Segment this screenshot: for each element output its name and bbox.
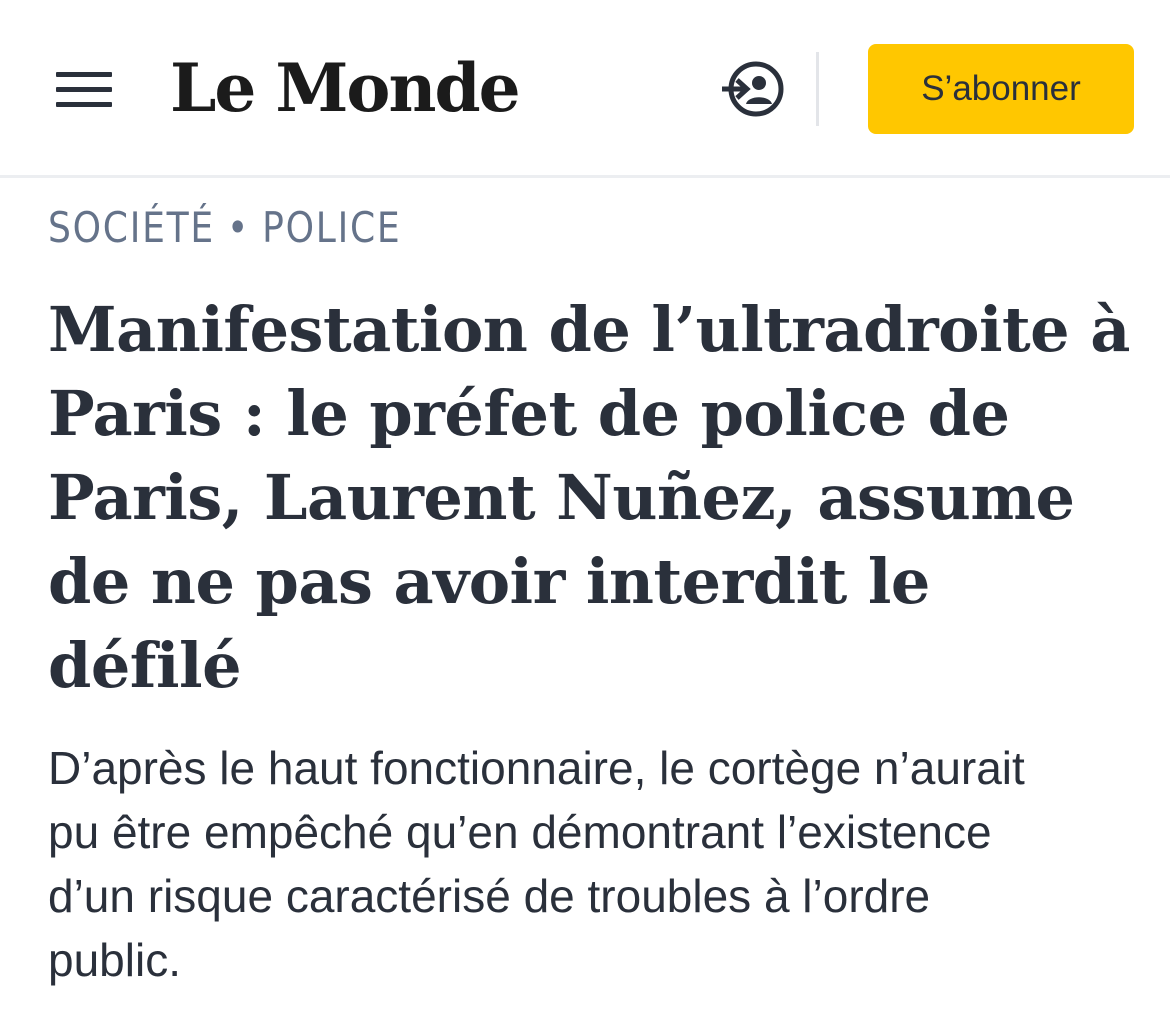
title-line: Paris, Laurent Nuñez, assume xyxy=(48,461,1075,534)
lede-line: public. xyxy=(48,934,181,986)
subscribe-button[interactable]: S’abonner xyxy=(868,44,1134,134)
article-lede: D’après le haut fonctionnaire, le cortèg… xyxy=(48,736,1138,992)
article-title: Manifestation de l’ultradroite à Paris :… xyxy=(48,288,1130,708)
lede-line: d’un risque caractérisé de troubles à l’… xyxy=(48,870,931,922)
le-monde-logo[interactable]: Le Monde xyxy=(170,48,521,128)
title-line: Paris : le préfet de police de xyxy=(48,377,1010,450)
header-divider xyxy=(816,52,819,126)
kicker-section-link[interactable]: SOCIÉTÉ xyxy=(48,203,215,252)
title-line: Manifestation de l’ultradroite à xyxy=(48,293,1130,366)
title-line: de ne pas avoir interdit le xyxy=(48,545,930,618)
hamburger-menu-icon[interactable] xyxy=(56,70,112,110)
lede-line: D’après le haut fonctionnaire, le cortèg… xyxy=(48,742,1025,794)
site-header: Le Monde S’abonner xyxy=(0,0,1170,178)
lede-line: pu être empêché qu’en démontrant l’exist… xyxy=(48,806,992,858)
title-line: défilé xyxy=(48,629,242,702)
breadcrumb: SOCIÉTÉ • POLICE xyxy=(48,198,401,258)
login-user-icon[interactable] xyxy=(720,58,788,120)
kicker-topic-link[interactable]: POLICE xyxy=(262,203,401,252)
kicker-separator: • xyxy=(227,203,251,252)
